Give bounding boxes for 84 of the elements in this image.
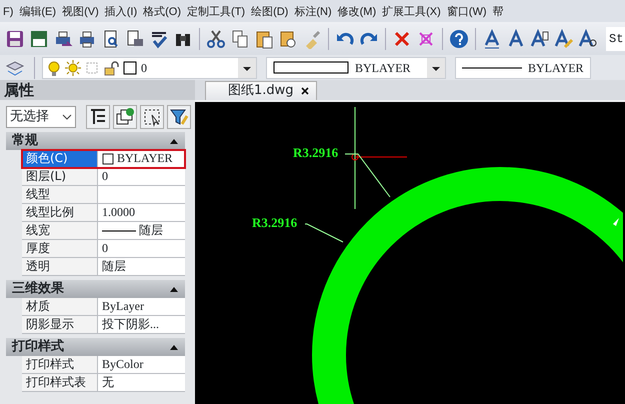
text-style-icon[interactable]	[482, 28, 502, 48]
collapse-icon[interactable]	[169, 136, 179, 146]
menu-item[interactable]: F)	[0, 2, 16, 20]
property-row[interactable]: 透明 随层	[22, 258, 185, 276]
text-edit-icon[interactable]	[530, 28, 550, 48]
save-icon[interactable]	[5, 28, 25, 48]
menu-item[interactable]: 插入(I)	[102, 2, 140, 20]
printer-arrow-icon[interactable]	[53, 28, 73, 48]
property-row[interactable]: 阴影显示 投下阴影...	[22, 316, 185, 334]
linetype-name: BYLAYER	[528, 60, 584, 76]
linetype-combo[interactable]: BYLAYER	[455, 56, 591, 78]
menu-item[interactable]: 扩展工具(X)	[379, 2, 444, 20]
print-icon[interactable]	[77, 28, 97, 48]
text-pencil-icon[interactable]	[554, 28, 574, 48]
text-search-icon[interactable]	[578, 28, 598, 48]
property-value: 0	[102, 168, 108, 185]
layer-name: 0	[141, 60, 148, 76]
selection-dropdown[interactable]: 无选择	[6, 106, 76, 128]
dimension-text: R3.2916	[293, 145, 338, 160]
line-sample-icon	[462, 64, 522, 70]
section-title: 常规	[12, 132, 38, 150]
property-row[interactable]: 图层(L) 0	[22, 168, 185, 186]
menu-item[interactable]: 窗口(W)	[444, 2, 490, 20]
menu-item[interactable]: 标注(N)	[291, 2, 335, 20]
help-icon[interactable]	[449, 28, 469, 48]
property-row[interactable]: 线型比例 1.0000	[22, 204, 185, 222]
property-label: 颜色(C)	[22, 150, 98, 167]
property-value: ByLayer	[102, 298, 144, 315]
text-icon[interactable]	[506, 28, 526, 48]
property-value: 1.0000	[102, 204, 135, 221]
text-style-field[interactable]: St	[606, 26, 625, 50]
layer-combo[interactable]: 0	[42, 56, 257, 78]
collapse-icon[interactable]	[169, 284, 179, 294]
paste-special-icon[interactable]	[278, 28, 298, 48]
menu-item[interactable]: 帮	[490, 2, 507, 20]
color-swatch-icon	[102, 152, 114, 164]
lightbulb-icon	[46, 60, 62, 76]
color-swatch-icon	[122, 60, 138, 76]
lock-icon	[103, 60, 119, 76]
menu-item[interactable]: 格式(O)	[140, 2, 184, 20]
menu-item[interactable]: 修改(M)	[334, 2, 380, 20]
menu-item[interactable]: 定制工具(T)	[184, 2, 248, 20]
select-objects-icon[interactable]	[142, 107, 162, 127]
section-title: 打印样式	[12, 338, 64, 356]
property-value: BYLAYER	[117, 150, 173, 167]
property-value: ByColor	[102, 356, 144, 373]
dimension-text: R3.2916	[252, 215, 298, 230]
close-icon[interactable]	[300, 86, 310, 96]
property-value: 无	[102, 374, 114, 391]
property-row[interactable]: 颜色(C) BYLAYER	[22, 150, 185, 168]
menu-item[interactable]: 编辑(E)	[16, 2, 60, 20]
chevron-icon	[62, 113, 72, 121]
property-row[interactable]: 厚度 0	[22, 240, 185, 258]
color-name: BYLAYER	[355, 60, 412, 76]
document-tab[interactable]: 图纸1.dwg	[205, 81, 317, 100]
leader-line	[344, 154, 390, 198]
color-combo[interactable]: BYLAYER	[266, 56, 446, 78]
property-value: 随层	[139, 222, 163, 239]
leader-line	[304, 224, 344, 242]
property-row[interactable]: 打印样式 ByColor	[22, 356, 185, 374]
paste-icon[interactable]	[254, 28, 274, 48]
property-row[interactable]: 材质 ByLayer	[22, 298, 185, 316]
property-row[interactable]: 线型	[22, 186, 185, 204]
property-row[interactable]: 线宽 随层	[22, 222, 185, 240]
color-swatch-icon	[273, 61, 349, 74]
collapse-icon[interactable]	[169, 342, 179, 352]
filter-icon[interactable]	[169, 107, 189, 127]
menu-item[interactable]: 视图(V)	[59, 2, 102, 20]
scissors-icon[interactable]	[206, 28, 226, 48]
property-value: 随层	[102, 258, 126, 275]
property-row[interactable]: 打印样式表 无	[22, 374, 185, 392]
panel-title: 属性	[4, 81, 34, 99]
copy-icon[interactable]	[230, 28, 250, 48]
property-value: 0	[102, 240, 108, 257]
section-title: 三维效果	[12, 280, 64, 298]
grid-icon	[84, 60, 100, 76]
arrowhead-icon	[613, 218, 619, 226]
add-object-icon[interactable]	[115, 107, 135, 127]
menu-item[interactable]: 绘图(D)	[248, 2, 292, 20]
property-value: 投下阴影...	[102, 316, 159, 333]
sun-icon	[65, 60, 81, 76]
line-sample-icon	[102, 228, 136, 232]
quick-select-icon[interactable]	[88, 107, 108, 127]
document-printer-icon[interactable]	[125, 28, 145, 48]
